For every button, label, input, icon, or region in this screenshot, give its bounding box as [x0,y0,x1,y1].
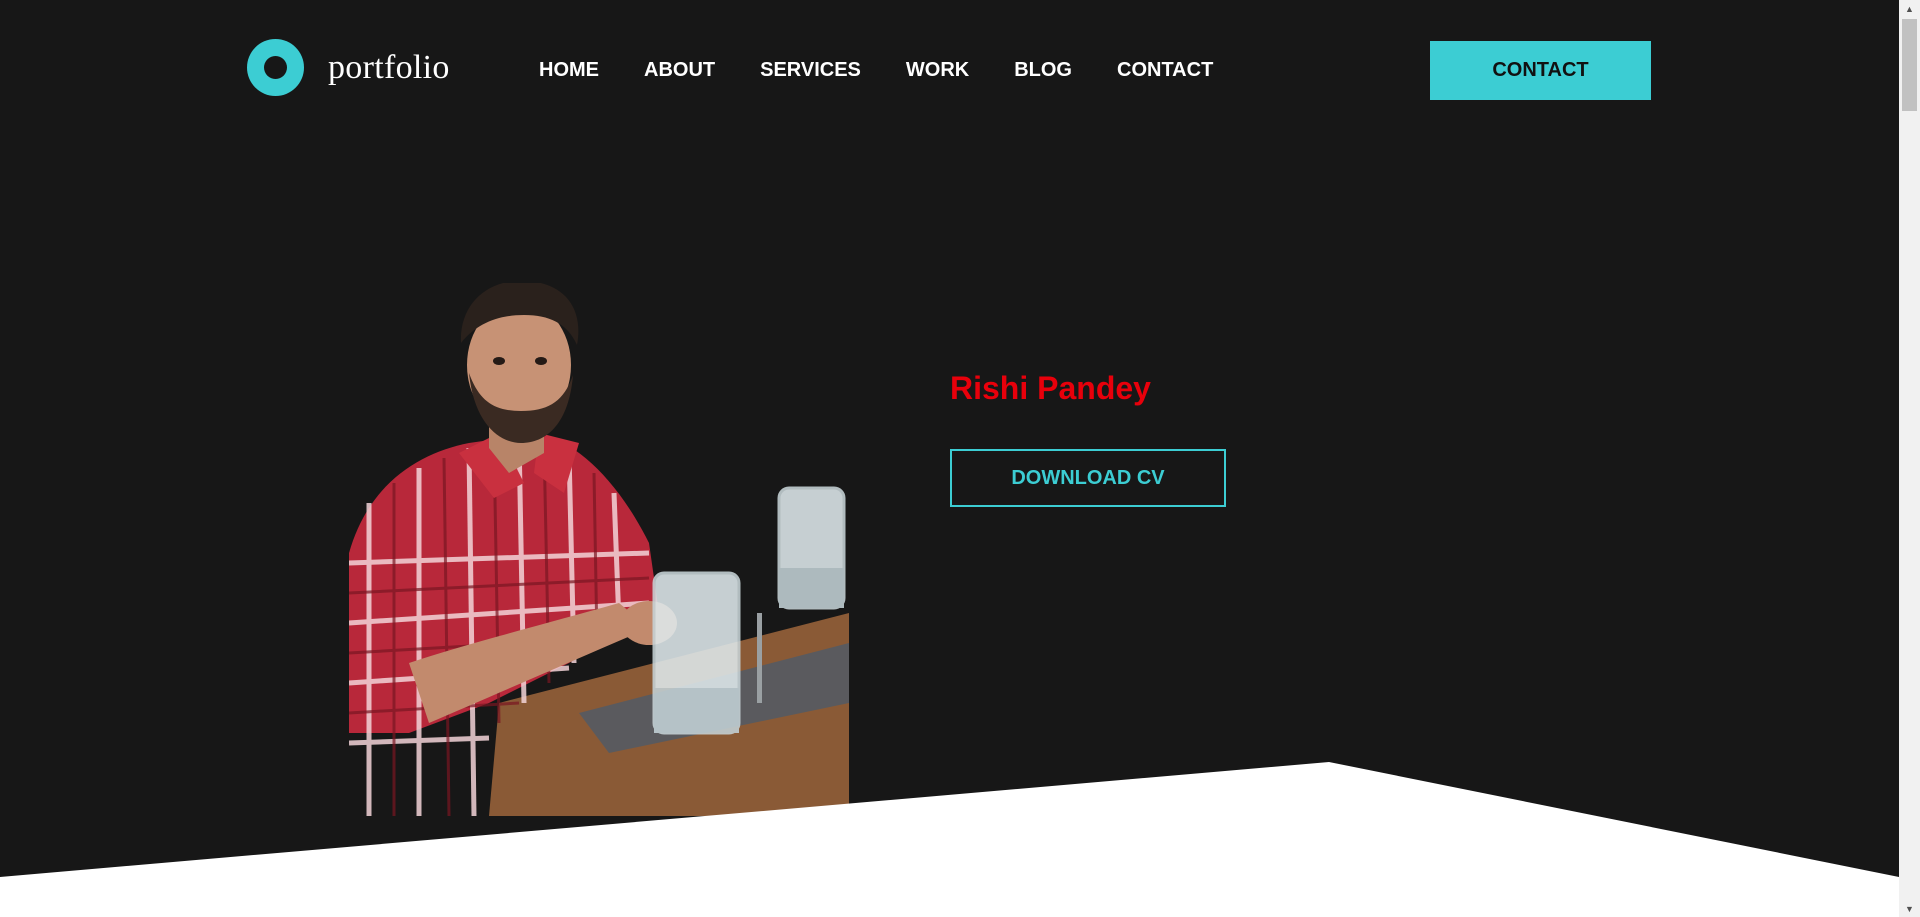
site-logo[interactable]: portfolio [247,39,450,96]
nav-item-work[interactable]: WORK [906,57,969,83]
download-cv-button[interactable]: DOWNLOAD CV [950,449,1226,507]
nav-item-services[interactable]: SERVICES [760,57,861,83]
scrollbar-thumb[interactable] [1902,19,1917,111]
nav-item-blog[interactable]: BLOG [1014,57,1072,83]
header-contact-button[interactable]: CONTACT [1430,41,1651,100]
nav-item-contact[interactable]: CONTACT [1117,57,1213,83]
scroll-down-icon[interactable]: ▼ [1899,900,1920,917]
nav-item-home[interactable]: HOME [539,57,599,83]
portfolio-page: portfolio HOME ABOUT SERVICES WORK BLOG … [0,0,1920,917]
nav-item-about[interactable]: ABOUT [644,57,715,83]
page-scrollbar[interactable]: ▲ ▼ [1899,0,1920,917]
logo-text: portfolio [328,48,450,86]
profile-photo-illustration [349,283,849,816]
logo-ring-icon [247,39,304,96]
scroll-up-icon[interactable]: ▲ [1899,0,1920,17]
hero-name: Rishi Pandey [950,370,1151,406]
main-nav: HOME ABOUT SERVICES WORK BLOG CONTACT [539,57,1213,83]
profile-photo [349,283,849,816]
